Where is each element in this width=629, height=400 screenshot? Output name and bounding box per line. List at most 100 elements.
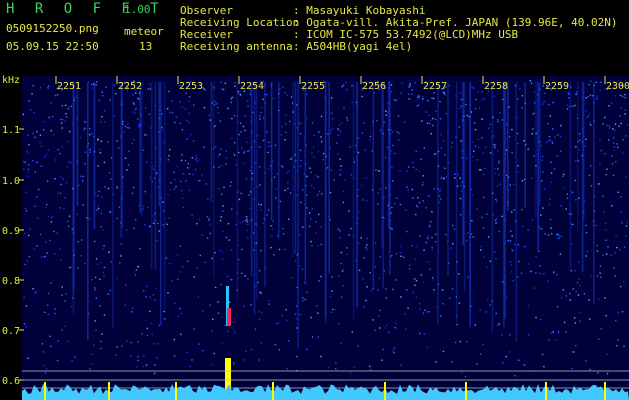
noise-dot — [23, 323, 26, 325]
noise-dot — [28, 100, 30, 102]
noise-dot — [435, 241, 437, 243]
noise-dot — [44, 372, 47, 374]
noise-dot — [570, 270, 573, 272]
noise-dot — [223, 186, 225, 189]
noise-dot — [539, 272, 541, 275]
noise-dot — [498, 323, 500, 325]
noise-dot — [76, 213, 78, 215]
noise-dot — [474, 129, 477, 131]
noise-dot — [153, 372, 156, 375]
noise-dot — [153, 342, 155, 345]
noise-dot — [485, 311, 487, 313]
noise-dot — [260, 292, 262, 294]
noise-dot — [611, 155, 613, 157]
noise-dot — [64, 300, 66, 302]
noise-streak — [515, 82, 518, 342]
noise-dot — [312, 146, 315, 148]
noise-dot — [188, 121, 190, 124]
noise-dot — [460, 185, 462, 187]
noise-dot — [202, 87, 205, 89]
noise-dot — [416, 206, 419, 208]
noise-dot — [165, 257, 168, 259]
noise-dot — [246, 141, 248, 143]
noise-dot — [530, 82, 533, 85]
noise-dot — [567, 92, 569, 94]
noise-dot — [107, 293, 109, 295]
noise-dot — [176, 254, 179, 256]
noise-dot — [330, 129, 332, 132]
noise-dot — [245, 350, 247, 353]
noise-dot — [188, 189, 191, 191]
noise-dot — [144, 223, 146, 226]
noise-dot — [177, 315, 180, 317]
noise-dot — [481, 91, 483, 93]
noise-dot — [450, 247, 452, 249]
noise-dot — [275, 188, 278, 190]
noise-dot — [586, 116, 588, 119]
noise-dot — [619, 94, 621, 96]
noise-dot — [411, 188, 413, 191]
noise-dot — [310, 171, 312, 174]
noise-dot — [208, 219, 210, 221]
noise-dot — [48, 116, 50, 119]
noise-dot — [23, 160, 25, 163]
noise-dot — [247, 105, 249, 107]
noise-dot — [575, 199, 577, 201]
noise-dot — [89, 127, 91, 130]
noise-dot — [459, 177, 461, 179]
noise-dot — [624, 93, 626, 96]
noise-dot — [426, 311, 428, 313]
noise-dot — [56, 359, 59, 362]
noise-dot — [571, 191, 574, 193]
noise-dot — [623, 246, 626, 248]
noise-dot — [47, 85, 50, 87]
noise-dot — [482, 227, 485, 229]
noise-dot — [107, 187, 110, 190]
noise-dot — [443, 177, 445, 180]
noise-dot — [116, 140, 118, 142]
noise-dot — [310, 240, 312, 243]
noise-dot — [66, 166, 69, 168]
noise-dot — [288, 170, 290, 173]
noise-dot — [278, 349, 280, 351]
noise-dot — [548, 204, 551, 206]
noise-dot — [598, 183, 600, 185]
noise-dot — [252, 111, 254, 114]
noise-dot — [133, 139, 135, 141]
noise-dot — [311, 152, 313, 154]
noise-dot — [74, 96, 77, 99]
noise-dot — [191, 214, 193, 216]
noise-dot — [565, 295, 567, 297]
noise-dot — [91, 363, 93, 365]
noise-dot — [599, 265, 602, 267]
noise-dot — [181, 129, 184, 131]
noise-dot — [605, 174, 607, 176]
noise-dot — [532, 128, 534, 130]
noise-dot — [224, 324, 226, 327]
noise-dot — [482, 196, 485, 199]
noise-dot — [605, 229, 607, 231]
noise-dot — [61, 294, 63, 296]
noise-dot — [149, 310, 151, 312]
noise-dot — [385, 324, 388, 327]
noise-dot — [585, 231, 588, 234]
noise-dot — [57, 148, 59, 151]
noise-dot — [396, 131, 398, 133]
noise-dot — [196, 160, 198, 162]
noise-dot — [57, 340, 59, 342]
noise-dot — [65, 182, 68, 184]
noise-dot — [185, 92, 187, 94]
noise-dot — [453, 228, 456, 230]
noise-dot — [45, 241, 47, 244]
noise-dot — [248, 150, 250, 152]
noise-dot — [26, 150, 28, 152]
noise-dot — [30, 109, 32, 111]
noise-dot — [60, 118, 62, 121]
noise-dot — [27, 171, 30, 173]
noise-dot — [64, 325, 67, 328]
noise-dot — [211, 257, 213, 260]
noise-dot — [311, 122, 314, 124]
noise-dot — [74, 356, 76, 358]
noise-dot — [222, 205, 224, 207]
noise-dot — [51, 216, 53, 218]
